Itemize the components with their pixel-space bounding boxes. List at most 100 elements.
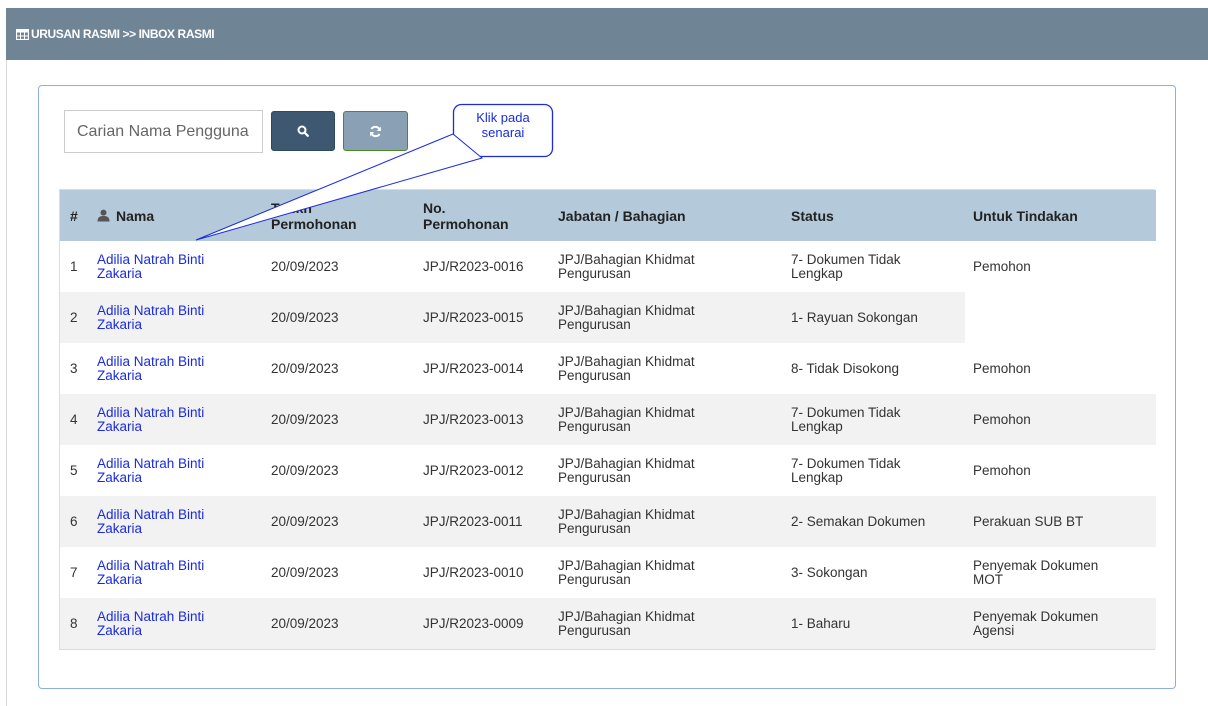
page-header: URUSAN RASMI >> INBOX RASMI	[6, 8, 1208, 60]
col-header-tarikh-line2: Permohonan	[271, 215, 357, 232]
cell-tindakan: Pemohon	[965, 394, 1156, 445]
cell-num: 7	[60, 547, 89, 598]
search-input[interactable]	[64, 110, 263, 153]
col-header-tindakan[interactable]: Untuk Tindakan	[965, 190, 1156, 241]
name-line2: Zakaria	[97, 520, 143, 536]
cell-num: 8	[60, 598, 89, 649]
cell-jabatan: JPJ/Bahagian Khidmat Pengurusan	[550, 394, 783, 445]
name-line1: Adilia Natrah Binti	[97, 404, 205, 420]
table-row[interactable]: 4 Adilia Natrah Binti Zakaria 20/09/2023 JPJ…	[60, 394, 1156, 445]
jabatan-line1: JPJ/Bahagian Khidmat	[558, 251, 695, 267]
table-row[interactable]: 6 Adilia Natrah Binti Zakaria 20/09/2023 JPJ…	[60, 496, 1156, 547]
name-line1: Adilia Natrah Binti	[97, 506, 205, 522]
status-line1: 7- Dokumen Tidak	[791, 455, 901, 471]
col-header-tarikh[interactable]: Tarikh Permohonan	[263, 190, 415, 241]
col-header-status[interactable]: Status	[783, 190, 965, 241]
name-link[interactable]: Adilia Natrah Binti Zakaria	[97, 303, 263, 332]
col-header-jabatan[interactable]: Jabatan / Bahagian	[550, 190, 783, 241]
name-line1: Adilia Natrah Binti	[97, 251, 205, 267]
cell-status: 7- Dokumen Tidak Lengkap	[783, 241, 965, 292]
cell-jabatan: JPJ/Bahagian Khidmat Pengurusan	[550, 241, 783, 292]
cell-nama[interactable]: Adilia Natrah Binti Zakaria	[89, 292, 263, 343]
cell-tindakan: Perakuan SUB BT	[965, 496, 1156, 547]
cell-tindakan: Pemohon	[965, 445, 1156, 496]
jabatan-line2: Pengurusan	[558, 367, 631, 383]
cell-no: JPJ/R2023-0012	[415, 445, 550, 496]
name-line2: Zakaria	[97, 418, 143, 434]
name-link[interactable]: Adilia Natrah Binti Zakaria	[97, 251, 263, 281]
user-icon	[97, 209, 110, 221]
name-line2: Zakaria	[97, 469, 143, 485]
table-row[interactable]: 8 Adilia Natrah Binti Zakaria 20/09/2023 JPJ…	[60, 598, 1156, 649]
name-link[interactable]: Adilia Natrah Binti Zakaria	[97, 455, 263, 485]
col-header-nama[interactable]: Nama	[89, 190, 263, 241]
col-header-no[interactable]: No. Permohonan	[415, 190, 550, 241]
cell-nama[interactable]: Adilia Natrah Binti Zakaria	[89, 241, 263, 292]
name-line2: Zakaria	[97, 622, 143, 638]
cell-tarikh: 20/09/2023	[263, 547, 415, 598]
name-link[interactable]: Adilia Natrah Binti Zakaria	[97, 558, 263, 587]
refresh-button[interactable]	[343, 111, 408, 151]
tindakan-line1: Penyemak Dokumen	[973, 557, 1099, 573]
jabatan-line2: Pengurusan	[558, 265, 631, 281]
search-button[interactable]	[271, 111, 335, 151]
name-line1: Adilia Natrah Binti	[97, 455, 205, 471]
jabatan-line1: JPJ/Bahagian Khidmat	[558, 455, 695, 471]
cell-jabatan: JPJ/Bahagian Khidmat Pengurusan	[550, 343, 783, 394]
cell-no: JPJ/R2023-0010	[415, 547, 550, 598]
status-line1: 2- Semakan Dokumen	[791, 513, 926, 529]
cell-tarikh: 20/09/2023	[263, 394, 415, 445]
cell-tindakan: Penyemak Dokumen MOT	[965, 547, 1156, 598]
cell-nama[interactable]: Adilia Natrah Binti Zakaria	[89, 394, 263, 445]
tindakan-line1: Pemohon	[973, 411, 1031, 427]
jabatan-line2: Pengurusan	[558, 316, 631, 332]
col-header-nama-label: Nama	[116, 207, 155, 224]
cell-status: 1- Rayuan Sokongan	[783, 292, 965, 343]
name-link[interactable]: Adilia Natrah Binti Zakaria	[97, 609, 263, 638]
jabatan-line1: JPJ/Bahagian Khidmat	[558, 608, 695, 624]
cell-num: 5	[60, 445, 89, 496]
cell-nama[interactable]: Adilia Natrah Binti Zakaria	[89, 547, 263, 598]
table-icon	[16, 28, 29, 40]
cell-no: JPJ/R2023-0015	[415, 292, 550, 343]
search-icon	[297, 125, 309, 137]
cell-status: 8- Tidak Disokong	[783, 343, 965, 394]
table-row[interactable]: 3 Adilia Natrah Binti Zakaria 20/09/2023 JPJ…	[60, 343, 1156, 394]
cell-nama[interactable]: Adilia Natrah Binti Zakaria	[89, 598, 263, 649]
cell-jabatan: JPJ/Bahagian Khidmat Pengurusan	[550, 445, 783, 496]
cell-nama[interactable]: Adilia Natrah Binti Zakaria	[89, 343, 263, 394]
breadcrumb: URUSAN RASMI >> INBOX RASMI	[16, 27, 215, 41]
jabatan-line2: Pengurusan	[558, 571, 631, 587]
jabatan-line2: Pengurusan	[558, 520, 631, 536]
name-link[interactable]: Adilia Natrah Binti Zakaria	[97, 354, 263, 383]
table-row[interactable]: 1 Adilia Natrah Binti Zakaria 20/09/2023 JPJ…	[60, 241, 1156, 292]
cell-nama[interactable]: Adilia Natrah Binti Zakaria	[89, 496, 263, 547]
tindakan-line1: Pemohon	[973, 360, 1031, 376]
col-header-no-line1: No.	[423, 199, 446, 216]
name-link[interactable]: Adilia Natrah Binti Zakaria	[97, 506, 263, 536]
cell-no: JPJ/R2023-0009	[415, 598, 550, 649]
cell-status: 2- Semakan Dokumen	[783, 496, 965, 547]
jabatan-line1: JPJ/Bahagian Khidmat	[558, 404, 695, 420]
callout-text: Klik pada senarai	[453, 110, 553, 140]
callout-line-1: Klik pada	[476, 110, 530, 125]
cell-nama[interactable]: Adilia Natrah Binti Zakaria	[89, 445, 263, 496]
col-header-tarikh-line1: Tarikh	[271, 199, 312, 216]
inbox-table: # Nama Tarikh Permohonan No. Permohonan …	[59, 189, 1156, 650]
jabatan-line2: Pengurusan	[558, 622, 631, 638]
table-row[interactable]: 2 Adilia Natrah Binti Zakaria 20/09/2023 JPJ…	[60, 292, 1156, 343]
cell-status: 3- Sokongan	[783, 547, 965, 598]
tindakan-line1: Penyemak Dokumen	[973, 608, 1099, 624]
cell-no: JPJ/R2023-0011	[415, 496, 550, 547]
name-link[interactable]: Adilia Natrah Binti Zakaria	[97, 404, 263, 434]
status-line1: 7- Dokumen Tidak	[791, 251, 901, 267]
table-row[interactable]: 5 Adilia Natrah Binti Zakaria 20/09/2023 JPJ…	[60, 445, 1156, 496]
cell-tarikh: 20/09/2023	[263, 241, 415, 292]
table-row[interactable]: 7 Adilia Natrah Binti Zakaria 20/09/2023 JPJ…	[60, 547, 1156, 598]
jabatan-line1: JPJ/Bahagian Khidmat	[558, 353, 695, 369]
callout-line-2: senarai	[481, 125, 525, 140]
name-line2: Zakaria	[97, 571, 143, 587]
status-line2: Lengkap	[791, 469, 843, 485]
cell-num: 1	[60, 241, 89, 292]
jabatan-line2: Pengurusan	[558, 469, 631, 485]
